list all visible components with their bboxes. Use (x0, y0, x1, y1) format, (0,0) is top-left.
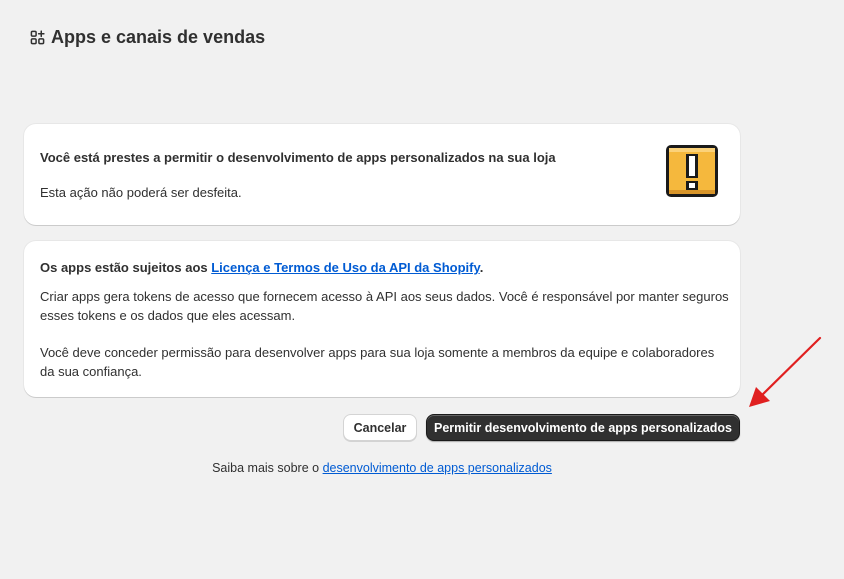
permission-paragraph: Você deve conceder permissão para desenv… (40, 345, 715, 379)
tokens-paragraph: Criar apps gera tokens de acesso que for… (40, 289, 729, 323)
custom-app-development-link[interactable]: desenvolvimento de apps personalizados (323, 461, 552, 475)
warning-card: Você está prestes a permitir o desenvolv… (24, 124, 740, 225)
learn-more-footer: Saiba mais sobre o desenvolvimento de ap… (0, 461, 764, 475)
apps-icon (30, 30, 45, 45)
warning-title: Você está prestes a permitir o desenvolv… (40, 150, 556, 165)
terms-intro-text: Os apps estão sujeitos aos (40, 260, 212, 275)
allow-custom-app-development-button[interactable]: Permitir desenvolvimento de apps persona… (426, 414, 740, 441)
footer-text: Saiba mais sobre o (212, 461, 323, 475)
terms-card: Os apps estão sujeitos aos Licença e Ter… (24, 241, 740, 397)
page-title: Apps e canais de vendas (51, 27, 266, 47)
exclamation-warning-icon (666, 145, 718, 197)
annotation-arrow-icon (749, 336, 822, 407)
terms-intro-suffix: . (479, 260, 484, 275)
terms-intro: Os apps estão sujeitos aos Licença e Ter… (40, 260, 730, 276)
warning-subtitle: Esta ação não poderá ser desfeita. (40, 185, 242, 200)
api-terms-link[interactable]: Licença e Termos de Uso da API da Shopif… (211, 260, 480, 275)
page-header: Apps e canais de vendas (30, 27, 265, 48)
cancel-button[interactable]: Cancelar (343, 414, 417, 441)
